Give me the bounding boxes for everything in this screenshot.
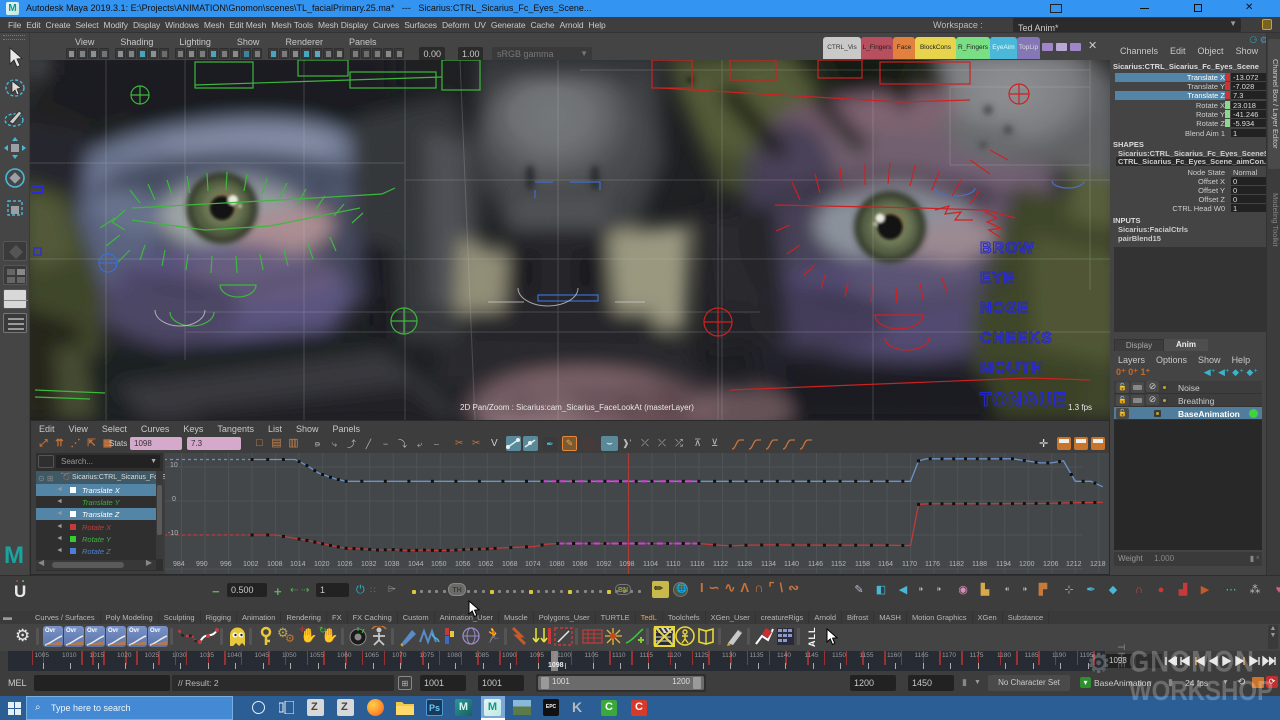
svg-text:EYE: EYE: [980, 270, 1015, 287]
svg-text:MOUTH: MOUTH: [980, 360, 1044, 377]
svg-text:CHEEKS: CHEEKS: [980, 330, 1053, 347]
svg-text:1.3 fps: 1.3 fps: [1068, 403, 1092, 412]
svg-text:2D Pan/Zoom : Sicarius:cam_Si: 2D Pan/Zoom : Sicarius:cam_Sicarius_Face…: [460, 403, 694, 412]
svg-text:BROW: BROW: [980, 240, 1035, 257]
svg-text:TONGUE: TONGUE: [980, 390, 1067, 411]
svg-text:NOSE: NOSE: [980, 300, 1029, 317]
